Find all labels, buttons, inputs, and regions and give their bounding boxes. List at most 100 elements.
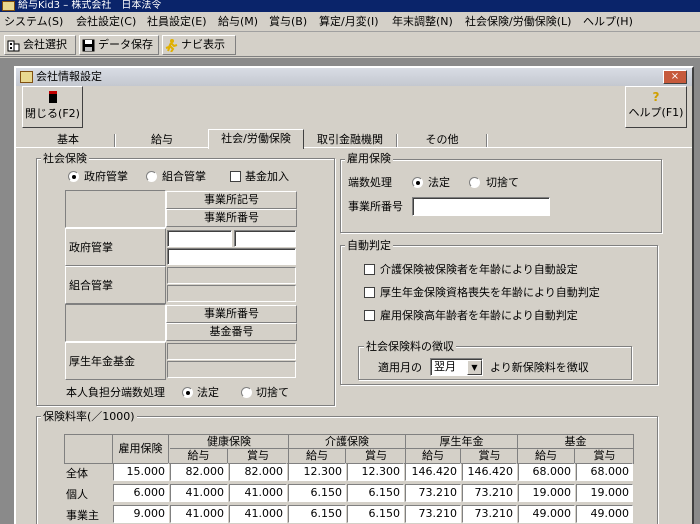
rate-employer-health-salary[interactable]: 41.000 [170,505,228,523]
rate-total-nursing-salary[interactable]: 12.300 [288,463,346,481]
rate-individual-fund-salary[interactable]: 19.000 [518,484,575,502]
close-icon: × [670,71,680,82]
rate-employer-fund-bonus[interactable]: 49.000 [576,505,633,523]
employment-office-number-input[interactable] [412,197,550,216]
auto-judgment-title: 自動判定 [345,239,393,252]
question-icon: ? [652,90,660,104]
rate-total-pension-bonus[interactable]: 146.420 [462,463,517,481]
toolbar: 会社選択 データ保存 ナビ表示 [0,33,700,57]
tab-social-labor-insurance[interactable]: 社会/労働保険 [208,129,304,149]
blank-header-cell-2 [65,304,166,342]
tab-bank[interactable]: 取引金融機関 [304,131,396,149]
union-row-label: 組合管掌 [69,279,113,292]
menu-year-end[interactable]: 年末調整(N) [392,15,453,29]
nursing-auto-checkbox[interactable] [364,264,375,275]
col-pension-bonus: 賞与 [462,449,517,463]
rate-individual-health-salary[interactable]: 41.000 [170,484,228,502]
app-icon [2,1,15,11]
help-f1-label: ヘルプ(F1) [628,106,684,119]
fund-membership-label: 基金加入 [245,170,289,183]
pension-fund-number-input [167,361,296,378]
menu-calc[interactable]: 算定/月変(I) [319,15,379,29]
rate-individual-health-bonus[interactable]: 41.000 [229,484,287,502]
app-title: 給与Kid3 – 株式会社 日本法令 [18,0,162,11]
radio-union[interactable] [146,171,157,182]
self-rounding-legal-radio[interactable] [182,387,193,398]
menu-employee-settings[interactable]: 社員設定(E) [147,15,207,29]
rate-employer-fund-salary[interactable]: 49.000 [518,505,575,523]
col-fund: 基金 [517,435,633,449]
navi-display-label: ナビ表示 [181,38,225,51]
window-title: 会社情報設定 [36,70,102,83]
rate-employer-nursing-salary[interactable]: 6.150 [288,505,346,523]
chevron-down-icon[interactable]: ▼ [467,360,482,375]
rate-individual-employment[interactable]: 6.000 [113,484,169,502]
rate-employer-nursing-bonus[interactable]: 6.150 [347,505,404,523]
rate-employer-employment[interactable]: 9.000 [113,505,169,523]
col-employment-insurance: 雇用保険 [112,435,169,463]
radio-government[interactable] [68,171,79,182]
self-rounding-cut-radio[interactable] [241,387,252,398]
navi-display-button[interactable]: ナビ表示 [162,35,236,55]
self-rounding-legal-label: 法定 [197,386,219,399]
menu-bonus[interactable]: 賞与(B) [269,15,307,29]
rate-total-nursing-bonus[interactable]: 12.300 [347,463,404,481]
runner-icon [165,38,178,53]
close-f2-button[interactable]: 閉じる(F2) [22,86,83,128]
col-health-salary: 給与 [170,449,228,463]
self-rounding-label: 本人負担分端数処理 [66,386,165,399]
rate-individual-pension-salary[interactable]: 73.210 [405,484,461,502]
office-code-header: 事業所記号 [166,191,297,209]
window-close-button[interactable]: × [663,70,687,84]
rate-employer-pension-bonus[interactable]: 73.210 [462,505,517,523]
rate-row-employer-label: 事業主 [66,509,99,522]
fund-membership-checkbox[interactable] [230,171,241,182]
rate-individual-nursing-salary[interactable]: 6.150 [288,484,346,502]
rate-row-individual-label: 個人 [66,488,88,501]
col-nursing-insurance: 介護保険 [288,435,405,449]
employment-office-number-label: 事業所番号 [348,200,403,213]
collection-title: 社会保険料の徴収 [364,340,456,353]
union-row-cell: 組合管掌 [65,266,166,304]
menu-social-insurance[interactable]: 社会保険/労働保険(L) [465,15,571,29]
gov-office-number-input[interactable] [167,248,296,265]
rate-individual-pension-bonus[interactable]: 73.210 [462,484,517,502]
social-insurance-title: 社会保険 [41,152,89,165]
help-f1-button[interactable]: ? ヘルプ(F1) [625,86,687,128]
tab-other[interactable]: その他 [398,131,486,149]
rate-total-health-bonus[interactable]: 82.000 [229,463,287,481]
data-save-button[interactable]: データ保存 [79,35,159,55]
company-select-button[interactable]: 会社選択 [4,35,76,55]
office-number-header-2: 事業所番号 [166,305,297,323]
rate-total-employment[interactable]: 15.000 [113,463,169,481]
rate-individual-fund-bonus[interactable]: 19.000 [576,484,633,502]
employment-rounding-legal-radio[interactable] [412,177,423,188]
gov-office-code-input-2[interactable] [234,230,296,247]
col-pension-salary: 給与 [405,449,461,463]
menu-company-settings[interactable]: 会社設定(C) [76,15,136,29]
collection-month-value: 翌月 [434,360,456,373]
menu-bar: システム(S) 会社設定(C) 社員設定(E) 給与(M) 賞与(B) 算定/月… [0,12,700,32]
pension-loss-auto-checkbox[interactable] [364,287,375,298]
elderly-employment-auto-label: 雇用保険高年齢者を年齢により自動判定 [380,309,578,322]
employment-rounding-legal-label: 法定 [428,176,450,189]
rate-employer-health-bonus[interactable]: 41.000 [229,505,287,523]
rate-total-fund-salary[interactable]: 68.000 [518,463,575,481]
employment-rounding-cut-radio[interactable] [469,177,480,188]
door-exit-icon [48,91,57,103]
col-health-bonus: 賞与 [229,449,287,463]
menu-salary[interactable]: 給与(M) [218,15,258,29]
elderly-employment-auto-checkbox[interactable] [364,310,375,321]
menu-help[interactable]: ヘルプ(H) [583,15,633,29]
employment-rounding-cut-label: 切捨て [486,176,519,189]
rate-employer-pension-salary[interactable]: 73.210 [405,505,461,523]
tab-salary[interactable]: 給与 [116,131,208,149]
rate-total-fund-bonus[interactable]: 68.000 [576,463,633,481]
rate-total-pension-salary[interactable]: 146.420 [405,463,461,481]
gov-office-code-input-1[interactable] [167,230,232,247]
rate-total-health-salary[interactable]: 82.000 [170,463,228,481]
employment-rounding-label: 端数処理 [348,176,392,189]
tab-basic[interactable]: 基本 [22,131,114,149]
rate-individual-nursing-bonus[interactable]: 6.150 [347,484,404,502]
menu-system[interactable]: システム(S) [4,15,63,29]
